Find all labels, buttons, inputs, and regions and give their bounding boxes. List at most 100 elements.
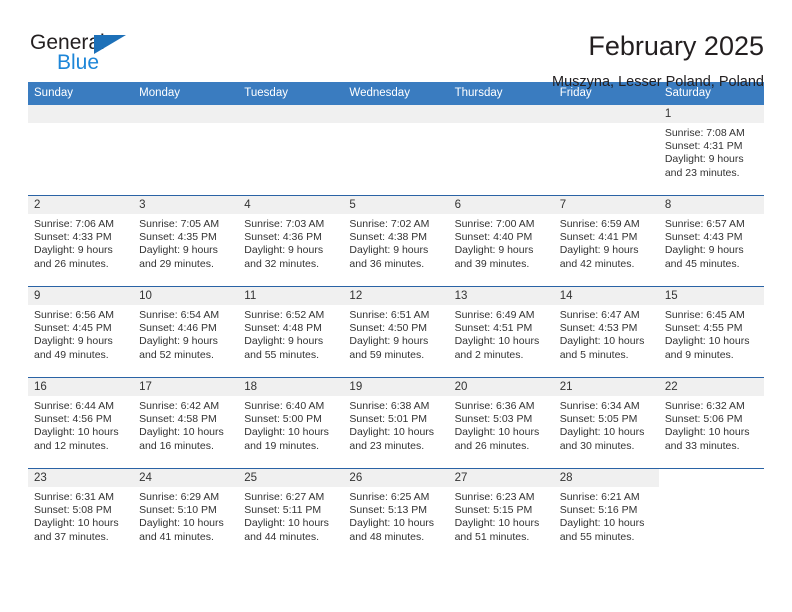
day-cell[interactable]: 3 Sunrise: 7:05 AM Sunset: 4:35 PM Daylight… xyxy=(133,196,239,286)
calendar-cell: 3 Sunrise: 7:05 AM Sunset: 4:35 PM Daylight… xyxy=(133,195,239,287)
sunset-text: Sunset: 4:35 PM xyxy=(139,231,217,244)
day-number: 2 xyxy=(28,196,134,214)
daylight-text-line1: Daylight: 10 hours xyxy=(34,517,119,530)
day-details: Sunrise: 6:57 AM Sunset: 4:43 PM Daylight:… xyxy=(659,214,764,271)
day-number: 1 xyxy=(658,105,764,123)
sunset-text: Sunset: 4:51 PM xyxy=(454,322,533,335)
calendar-cell: 10 Sunrise: 6:54 AM Sunset: 4:46 PM Dayligh… xyxy=(133,286,239,378)
day-cell[interactable]: 4 Sunrise: 7:03 AM Sunset: 4:36 PM Daylight… xyxy=(238,196,344,286)
sunrise-text: Sunrise: 6:49 AM xyxy=(454,309,535,321)
sunrise-text: Sunrise: 6:31 AM xyxy=(34,491,114,503)
day-details: Sunrise: 6:54 AM Sunset: 4:46 PM Daylight:… xyxy=(133,305,238,362)
daylight-text-line2: and 51 minutes. xyxy=(454,530,530,543)
day-number xyxy=(238,105,344,123)
calendar-cell: 5 Sunrise: 7:02 AM Sunset: 4:38 PM Daylight… xyxy=(343,195,449,287)
day-cell[interactable]: 20 Sunrise: 6:36 AM Sunset: 5:03 PM Dayligh… xyxy=(448,378,554,468)
day-cell[interactable]: 24 Sunrise: 6:29 AM Sunset: 5:10 PM Dayligh… xyxy=(133,469,239,559)
sunrise-text: Sunrise: 6:27 AM xyxy=(244,491,325,503)
day-number: 21 xyxy=(553,378,659,396)
sunrise-text: Sunrise: 6:40 AM xyxy=(244,400,325,412)
day-number: 24 xyxy=(133,469,239,487)
day-cell[interactable]: 10 Sunrise: 6:54 AM Sunset: 4:46 PM Dayligh… xyxy=(133,287,239,377)
daylight-text-line2: and 16 minutes. xyxy=(139,439,214,452)
calendar-cell: 2 Sunrise: 7:06 AM Sunset: 4:33 PM Daylight… xyxy=(28,195,134,287)
day-cell[interactable]: 16 Sunrise: 6:44 AM Sunset: 4:56 PM Dayligh… xyxy=(28,378,134,468)
sunrise-text: Sunrise: 7:03 AM xyxy=(244,218,325,230)
day-cell[interactable]: 14 Sunrise: 6:47 AM Sunset: 4:53 PM Dayligh… xyxy=(553,287,659,377)
daylight-text-line2: and 5 minutes. xyxy=(559,348,629,361)
day-number: 26 xyxy=(343,469,449,487)
sunset-text: Sunset: 4:58 PM xyxy=(139,413,217,426)
sunset-text: Sunset: 5:06 PM xyxy=(664,413,743,426)
day-details: Sunrise: 6:31 AM Sunset: 5:08 PM Daylight:… xyxy=(28,487,133,544)
calendar-cell: 13 Sunrise: 6:49 AM Sunset: 4:51 PM Dayligh… xyxy=(448,286,554,378)
day-cell[interactable]: 19 Sunrise: 6:38 AM Sunset: 5:01 PM Dayligh… xyxy=(343,378,449,468)
daylight-text-line1: Daylight: 10 hours xyxy=(139,426,224,439)
day-number: 3 xyxy=(133,196,239,214)
day-details: Sunrise: 6:59 AM Sunset: 4:41 PM Daylight:… xyxy=(554,214,659,271)
daylight-text-line2: and 26 minutes. xyxy=(454,439,530,452)
day-details: Sunrise: 6:23 AM Sunset: 5:15 PM Daylight:… xyxy=(449,487,554,544)
day-number: 9 xyxy=(28,287,134,305)
sunset-text: Sunset: 5:16 PM xyxy=(559,504,638,517)
calendar-cell: 4 Sunrise: 7:03 AM Sunset: 4:36 PM Daylight… xyxy=(238,195,344,287)
day-cell[interactable]: 2 Sunrise: 7:06 AM Sunset: 4:33 PM Daylight… xyxy=(28,196,134,286)
day-cell[interactable]: 23 Sunrise: 6:31 AM Sunset: 5:08 PM Dayligh… xyxy=(28,469,134,559)
day-number: 5 xyxy=(343,196,449,214)
daylight-text-line2: and 41 minutes. xyxy=(139,530,214,543)
day-cell-empty xyxy=(133,105,239,195)
day-cell[interactable]: 15 Sunrise: 6:45 AM Sunset: 4:55 PM Dayligh… xyxy=(658,287,764,377)
daylight-text-line2: and 52 minutes. xyxy=(139,348,214,361)
day-cell[interactable]: 6 Sunrise: 7:00 AM Sunset: 4:40 PM Daylight… xyxy=(448,196,554,286)
daylight-text-line1: Daylight: 10 hours xyxy=(349,517,435,530)
sunset-text: Sunset: 5:03 PM xyxy=(454,413,533,426)
day-details: Sunrise: 6:27 AM Sunset: 5:11 PM Daylight:… xyxy=(238,487,343,544)
day-cell[interactable]: 18 Sunrise: 6:40 AM Sunset: 5:00 PM Dayligh… xyxy=(238,378,344,468)
day-cell[interactable]: 26 Sunrise: 6:25 AM Sunset: 5:13 PM Dayligh… xyxy=(343,469,449,559)
day-cell[interactable]: 12 Sunrise: 6:51 AM Sunset: 4:50 PM Dayligh… xyxy=(343,287,449,377)
daylight-text-line1: Daylight: 10 hours xyxy=(559,335,645,348)
sunrise-text: Sunrise: 6:21 AM xyxy=(559,491,640,503)
calendar-cell xyxy=(658,468,764,559)
calendar-week-row: 2 Sunrise: 7:06 AM Sunset: 4:33 PM Daylight… xyxy=(28,195,764,287)
day-number: 19 xyxy=(343,378,449,396)
day-cell-empty xyxy=(238,105,344,195)
calendar-cell: 23 Sunrise: 6:31 AM Sunset: 5:08 PM Dayligh… xyxy=(28,468,134,559)
day-cell[interactable]: 22 Sunrise: 6:32 AM Sunset: 5:06 PM Dayligh… xyxy=(658,378,764,468)
day-cell-empty xyxy=(448,105,554,195)
day-cell[interactable]: 21 Sunrise: 6:34 AM Sunset: 5:05 PM Dayligh… xyxy=(553,378,659,468)
day-cell[interactable]: 11 Sunrise: 6:52 AM Sunset: 4:48 PM Dayligh… xyxy=(238,287,344,377)
calendar-cell: 8 Sunrise: 6:57 AM Sunset: 4:43 PM Daylight… xyxy=(658,195,764,287)
day-details: Sunrise: 6:40 AM Sunset: 5:00 PM Daylight:… xyxy=(238,396,343,453)
sunset-text: Sunset: 5:10 PM xyxy=(139,504,217,517)
calendar-cell: 25 Sunrise: 6:27 AM Sunset: 5:11 PM Dayligh… xyxy=(238,468,344,559)
calendar-cell: 28 Sunrise: 6:21 AM Sunset: 5:16 PM Dayligh… xyxy=(553,468,659,559)
day-details: Sunrise: 6:38 AM Sunset: 5:01 PM Daylight:… xyxy=(343,396,448,453)
day-cell[interactable]: 27 Sunrise: 6:23 AM Sunset: 5:15 PM Dayligh… xyxy=(448,469,554,559)
day-cell[interactable]: 28 Sunrise: 6:21 AM Sunset: 5:16 PM Dayligh… xyxy=(553,469,659,559)
day-cell[interactable]: 5 Sunrise: 7:02 AM Sunset: 4:38 PM Daylight… xyxy=(343,196,449,286)
day-details: Sunrise: 6:49 AM Sunset: 4:51 PM Daylight:… xyxy=(449,305,554,362)
day-cell[interactable]: 8 Sunrise: 6:57 AM Sunset: 4:43 PM Daylight… xyxy=(658,196,764,286)
sunrise-text: Sunrise: 6:44 AM xyxy=(34,400,114,412)
day-cell-empty xyxy=(659,469,764,559)
day-details: Sunrise: 7:08 AM Sunset: 4:31 PM Daylight:… xyxy=(659,123,764,180)
day-number xyxy=(448,105,554,123)
daylight-text-line1: Daylight: 10 hours xyxy=(454,426,540,439)
day-number: 7 xyxy=(553,196,659,214)
daylight-text-line1: Daylight: 9 hours xyxy=(139,335,218,348)
day-cell[interactable]: 1 Sunrise: 7:08 AM Sunset: 4:31 PM Daylight… xyxy=(658,105,764,195)
sunset-text: Sunset: 4:43 PM xyxy=(664,231,743,244)
day-cell[interactable]: 17 Sunrise: 6:42 AM Sunset: 4:58 PM Dayligh… xyxy=(133,378,239,468)
day-cell[interactable]: 7 Sunrise: 6:59 AM Sunset: 4:41 PM Daylight… xyxy=(553,196,659,286)
day-cell[interactable]: 9 Sunrise: 6:56 AM Sunset: 4:45 PM Daylight… xyxy=(28,287,134,377)
daylight-text-line2: and 23 minutes. xyxy=(664,166,740,179)
daylight-text-line1: Daylight: 9 hours xyxy=(34,244,113,257)
day-cell[interactable]: 13 Sunrise: 6:49 AM Sunset: 4:51 PM Dayligh… xyxy=(448,287,554,377)
day-details: Sunrise: 6:56 AM Sunset: 4:45 PM Daylight:… xyxy=(28,305,133,362)
sunrise-text: Sunrise: 6:32 AM xyxy=(664,400,745,412)
sunset-text: Sunset: 4:50 PM xyxy=(349,322,428,335)
day-cell[interactable]: 25 Sunrise: 6:27 AM Sunset: 5:11 PM Dayligh… xyxy=(238,469,344,559)
page-header: General Blue February 2025 Muszyna, Less… xyxy=(28,0,764,90)
daylight-text-line2: and 55 minutes. xyxy=(244,348,319,361)
